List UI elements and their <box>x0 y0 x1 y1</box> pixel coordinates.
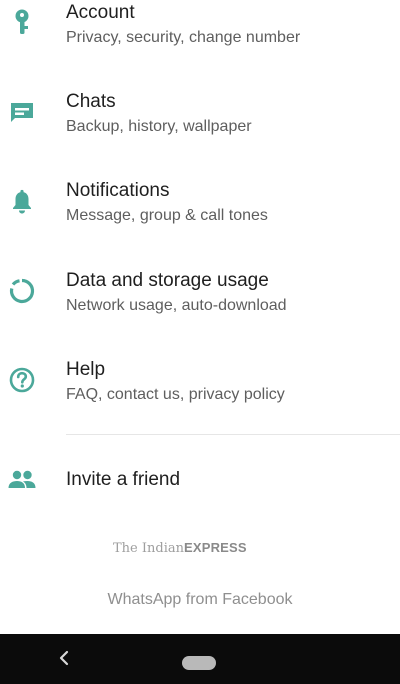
settings-item-chats[interactable]: Chats Backup, history, wallpaper <box>0 82 400 162</box>
key-icon <box>6 6 38 38</box>
section-divider <box>66 434 400 435</box>
back-chevron-icon[interactable] <box>54 648 74 668</box>
account-title: Account <box>66 2 135 23</box>
account-subtitle: Privacy, security, change number <box>66 29 301 46</box>
chat-icon <box>6 96 38 128</box>
data-storage-title: Data and storage usage <box>66 270 269 291</box>
help-icon <box>6 364 38 396</box>
people-icon <box>6 464 38 496</box>
watermark-prefix: The Indian <box>113 541 184 556</box>
chats-title: Chats <box>66 91 116 112</box>
source-watermark: The IndianEXPRESS <box>113 540 247 556</box>
home-pill-icon[interactable] <box>182 656 216 670</box>
invite-title: Invite a friend <box>66 469 181 490</box>
settings-item-notifications[interactable]: Notifications Message, group & call tone… <box>0 172 400 252</box>
system-nav-bar <box>0 634 400 684</box>
help-subtitle: FAQ, contact us, privacy policy <box>66 386 285 403</box>
notifications-subtitle: Message, group & call tones <box>66 207 268 224</box>
bell-icon <box>6 186 38 218</box>
settings-item-data-storage[interactable]: Data and storage usage Network usage, au… <box>0 262 400 342</box>
notifications-title: Notifications <box>66 180 170 201</box>
settings-item-account[interactable]: Account Privacy, security, change number <box>0 0 400 80</box>
settings-item-invite[interactable]: Invite a friend <box>0 450 400 510</box>
help-title: Help <box>66 359 106 380</box>
chats-subtitle: Backup, history, wallpaper <box>66 118 252 135</box>
footer-attribution: WhatsApp from Facebook <box>107 591 293 608</box>
settings-item-help[interactable]: Help FAQ, contact us, privacy policy <box>0 351 400 431</box>
data-usage-icon <box>6 275 38 307</box>
data-storage-subtitle: Network usage, auto-download <box>66 297 287 314</box>
watermark-brand: EXPRESS <box>183 540 247 555</box>
